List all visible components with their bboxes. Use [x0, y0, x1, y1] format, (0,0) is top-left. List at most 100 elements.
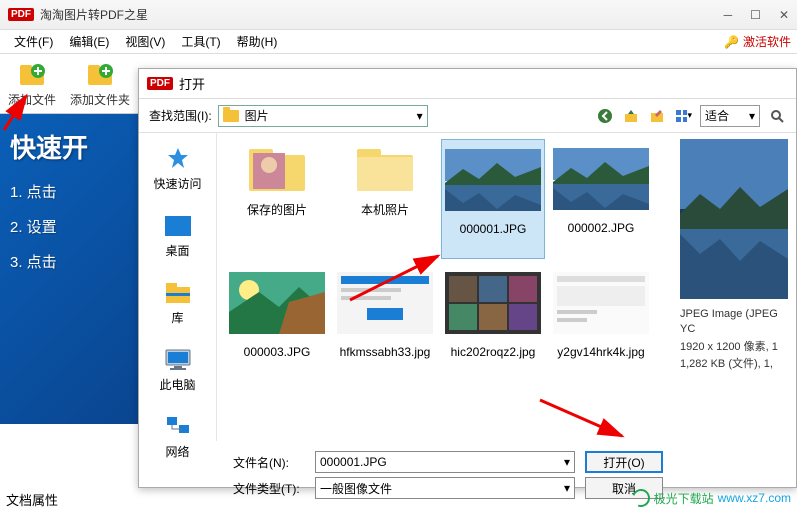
lookup-combo[interactable]: 图片 ▾ [218, 105, 428, 127]
dialog-toolbar: 查找范围(I): 图片 ▾ ▾ 适合 ▾ [139, 99, 796, 133]
filetype-value: 一般图像文件 [320, 480, 392, 497]
library-icon [162, 279, 194, 307]
folder-icon [223, 110, 239, 122]
file-name: hfkmssabh33.jpg [340, 345, 431, 359]
watermark-site: www.xz7.com [718, 491, 791, 505]
file-grid: 保存的图片 本机照片 000001.JPG 000002.JPG 000003.JPG h… [225, 139, 674, 435]
filename-value: 000001.JPG [320, 455, 387, 469]
place-desktop-label: 桌面 [165, 242, 189, 259]
star-icon [162, 145, 194, 173]
add-file-label: 添加文件 [8, 91, 56, 108]
quick-start-title: 快速开 [10, 128, 130, 165]
file-name: 000002.JPG [568, 221, 635, 235]
activate-link[interactable]: 🔑 激活软件 [724, 33, 791, 50]
view-menu-icon[interactable]: ▾ [674, 107, 692, 125]
dialog-titlebar: PDF 打开 [139, 69, 796, 99]
chevron-down-icon: ▾ [417, 109, 423, 123]
file-name: 000001.JPG [460, 222, 527, 236]
menu-edit[interactable]: 编辑(E) [61, 31, 117, 52]
lookup-value: 图片 [245, 107, 269, 124]
place-network[interactable]: 网络 [139, 409, 216, 464]
file-name: y2gv14hrk4k.jpg [557, 345, 644, 359]
file-item[interactable]: 本机照片 [333, 139, 437, 259]
chevron-down-icon: ▾ [749, 109, 755, 123]
file-item[interactable]: hfkmssabh33.jpg [333, 263, 437, 383]
chevron-down-icon: ▾ [564, 455, 570, 469]
folder-icon [353, 143, 417, 195]
filename-combo[interactable]: 000001.JPG ▾ [315, 451, 575, 473]
filetype-combo[interactable]: 一般图像文件 ▾ [315, 477, 575, 499]
place-library[interactable]: 库 [139, 275, 216, 330]
file-name: hic202roqz2.jpg [451, 345, 536, 359]
desktop-icon [162, 212, 194, 240]
preview-dims: 1920 x 1200 像素, 1 [680, 340, 788, 355]
file-name: 000003.JPG [244, 345, 311, 359]
dialog-badge: PDF [147, 77, 173, 90]
dialog-body: 快速访问 桌面 库 此电脑 网络 保存的图片本机 [139, 133, 796, 441]
back-icon[interactable] [596, 107, 614, 125]
watermark-name: 极光下载站 [654, 490, 714, 507]
place-quick-label: 快速访问 [153, 175, 201, 192]
new-folder-icon[interactable] [648, 107, 666, 125]
file-item[interactable]: 000001.JPG [441, 139, 545, 259]
places-bar: 快速访问 桌面 库 此电脑 网络 [139, 133, 217, 441]
key-icon: 🔑 [724, 35, 739, 49]
image-thumb [229, 267, 325, 339]
close-button[interactable]: ✕ [779, 8, 789, 22]
filename-label: 文件名(N): [233, 454, 305, 471]
file-item[interactable]: 000002.JPG [549, 139, 653, 259]
activate-label: 激活软件 [743, 33, 791, 50]
dialog-title: 打开 [179, 74, 205, 93]
image-thumb [553, 267, 649, 339]
maximize-button[interactable]: ☐ [750, 8, 761, 22]
add-file-button[interactable]: 添加文件 [8, 59, 56, 108]
quick-start-panel: 快速开 1. 点击 2. 设置 3. 点击 [0, 114, 140, 424]
watermark-logo-icon [629, 486, 653, 510]
open-button[interactable]: 打开(O) [585, 451, 663, 473]
file-item[interactable]: y2gv14hrk4k.jpg [549, 263, 653, 383]
search-icon[interactable] [768, 107, 786, 125]
preview-meta: JPEG Image (JPEG YC 1920 x 1200 像素, 1 1,… [680, 305, 788, 375]
step-2: 2. 设置 [10, 216, 130, 237]
window-title: 淘淘图片转PDF之星 [40, 6, 148, 23]
add-folder-label: 添加文件夹 [70, 91, 130, 108]
step-1: 1. 点击 [10, 181, 130, 202]
menu-help[interactable]: 帮助(H) [229, 31, 286, 52]
menu-tools[interactable]: 工具(T) [173, 31, 228, 52]
file-item[interactable]: 保存的图片 [225, 139, 329, 259]
place-network-label: 网络 [165, 443, 189, 460]
menu-view[interactable]: 视图(V) [117, 31, 173, 52]
add-file-icon [16, 59, 48, 91]
fit-combo[interactable]: 适合 ▾ [700, 105, 760, 127]
preview-size: 1,282 KB (文件), 1, [680, 357, 788, 372]
minimize-button[interactable]: ─ [724, 8, 733, 22]
folder-icon [245, 143, 309, 195]
menu-file[interactable]: 文件(F) [6, 31, 61, 52]
place-pc-label: 此电脑 [159, 376, 195, 393]
filetype-label: 文件类型(T): [233, 480, 305, 497]
pc-icon [162, 346, 194, 374]
up-icon[interactable] [622, 107, 640, 125]
watermark: 极光下载站 www.xz7.com [632, 489, 791, 507]
file-name: 保存的图片 [247, 201, 307, 218]
image-thumb [445, 267, 541, 339]
place-desktop[interactable]: 桌面 [139, 208, 216, 263]
open-dialog: PDF 打开 查找范围(I): 图片 ▾ ▾ 适合 ▾ 快速访问 [138, 68, 797, 488]
step-3: 3. 点击 [10, 251, 130, 272]
file-area: 保存的图片 本机照片 000001.JPG 000002.JPG 000003.JPG h… [217, 133, 796, 441]
file-name: 本机照片 [361, 201, 409, 218]
place-pc[interactable]: 此电脑 [139, 342, 216, 397]
preview-kind: JPEG Image (JPEG YC [680, 307, 788, 338]
image-thumb [337, 267, 433, 339]
add-folder-button[interactable]: 添加文件夹 [70, 59, 130, 108]
preview-pane: JPEG Image (JPEG YC 1920 x 1200 像素, 1 1,… [680, 139, 788, 435]
lookup-label: 查找范围(I): [149, 107, 212, 124]
doc-props-label: 文档属性 [6, 490, 58, 509]
place-library-label: 库 [171, 309, 183, 326]
place-quick[interactable]: 快速访问 [139, 141, 216, 196]
file-item[interactable]: 000003.JPG [225, 263, 329, 383]
preview-image [680, 139, 788, 299]
network-icon [162, 413, 194, 441]
app-badge: PDF [8, 8, 34, 21]
file-item[interactable]: hic202roqz2.jpg [441, 263, 545, 383]
